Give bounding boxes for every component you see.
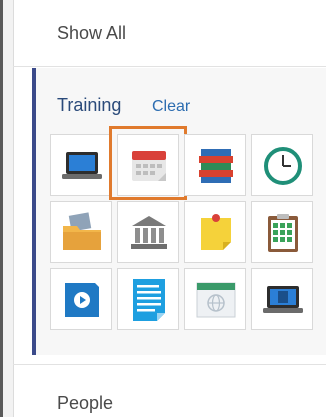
divider xyxy=(13,66,326,67)
laptop-calculator-icon xyxy=(263,286,303,313)
document-icon xyxy=(133,279,165,321)
tile-clipboard[interactable] xyxy=(251,201,313,263)
section-title: Training xyxy=(57,95,122,115)
tile-laptop[interactable] xyxy=(50,134,112,196)
laptop-icon xyxy=(62,152,102,179)
clock-icon xyxy=(264,147,302,185)
people-section-header[interactable]: People xyxy=(57,393,113,414)
tile-books[interactable] xyxy=(184,134,246,196)
tile-bank[interactable] xyxy=(117,201,179,263)
tile-calendar[interactable] xyxy=(109,126,187,200)
video-play-icon xyxy=(65,283,99,317)
show-all-link[interactable]: Show All xyxy=(57,23,126,44)
tile-folder-photos[interactable] xyxy=(50,201,112,263)
tile-sticky-note[interactable] xyxy=(184,201,246,263)
tile-web-window[interactable] xyxy=(184,268,246,330)
folder-photos-icon xyxy=(63,212,101,250)
tile-laptop-calculator[interactable] xyxy=(251,268,313,330)
tile-document[interactable] xyxy=(117,268,179,330)
tile-clock[interactable] xyxy=(251,134,313,196)
divider xyxy=(13,364,326,365)
clipboard-checklist-icon xyxy=(268,214,298,252)
sticky-note-icon xyxy=(201,214,231,250)
web-window-icon xyxy=(196,282,236,318)
clear-button[interactable]: Clear xyxy=(152,98,190,116)
tile-video[interactable] xyxy=(50,268,112,330)
books-icon xyxy=(199,149,233,183)
calendar-icon xyxy=(132,151,166,181)
bank-icon xyxy=(131,216,167,249)
